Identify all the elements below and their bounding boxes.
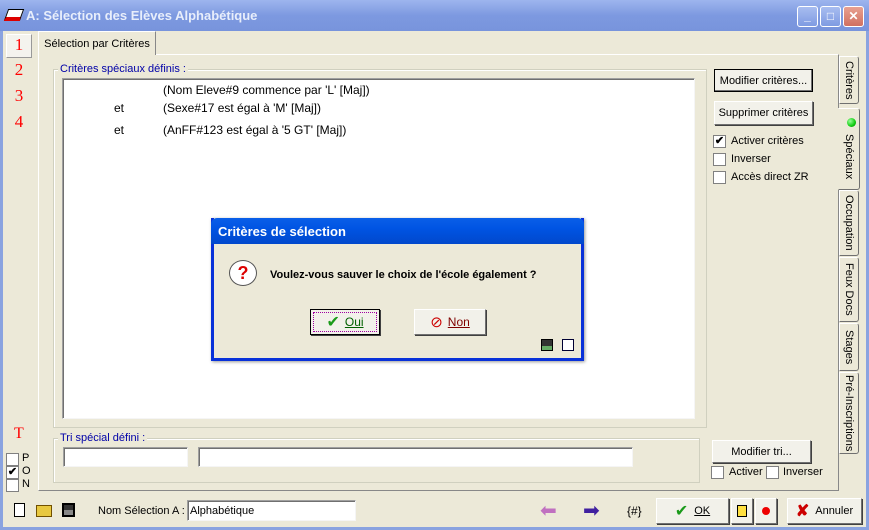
modify-sort-button[interactable]: Modifier tri... (712, 440, 811, 463)
cancel-label: Annuler (815, 505, 854, 517)
vtab-feux-docs[interactable]: Feux Docs (839, 257, 859, 322)
n-checkbox[interactable] (6, 479, 19, 492)
red-dot-icon (762, 507, 770, 515)
vtab-pre-inscriptions[interactable]: Pré-Inscriptions (839, 372, 859, 454)
forbidden-icon: ⊘ (430, 314, 443, 331)
vtab-occupation[interactable]: Occupation (839, 190, 859, 256)
minimize-button[interactable]: _ (797, 6, 818, 27)
vtab-speciaux-label: Spéciaux (843, 134, 855, 180)
t-label: T (14, 425, 24, 442)
ok-button[interactable]: ✔ OK (656, 498, 729, 524)
x-icon: ✘ (795, 503, 810, 520)
check-icon: ✔ (326, 314, 340, 331)
pencil-icon (737, 505, 747, 517)
vtab-criteres[interactable]: Critères (839, 56, 859, 104)
page-2-button[interactable]: 2 (6, 60, 32, 84)
yes-label: Oui (344, 315, 364, 329)
window-title: A: Sélection des Elèves Alphabétique (26, 8, 258, 23)
p-checkbox[interactable] (6, 453, 19, 466)
tab-selection-criteres[interactable]: Sélection par Critères (38, 31, 156, 55)
save-icon[interactable] (62, 503, 75, 517)
modify-criteria-button[interactable]: Modifier critères... (714, 69, 813, 92)
criteria-label: Critères spéciaux définis : (58, 63, 188, 75)
yes-button[interactable]: ✔ Oui (310, 309, 380, 335)
invert-checkbox[interactable] (713, 153, 726, 166)
open-folder-icon[interactable] (36, 505, 52, 517)
question-icon: ? (229, 260, 257, 286)
vtab-stages[interactable]: Stages (839, 323, 859, 371)
new-file-icon[interactable] (14, 503, 25, 517)
dialog-title: Critères de sélection (211, 218, 584, 244)
title-bar: A: Sélection des Elèves Alphabétique (0, 0, 869, 31)
sort-invert-checkbox[interactable] (766, 466, 779, 479)
dialog: Critères de sélection ? Voulez-vous sauv… (211, 218, 584, 361)
o-label: O (22, 465, 31, 477)
arrow-left-icon[interactable]: ⬅ (540, 501, 557, 521)
arrow-right-icon[interactable]: ➡ (583, 501, 600, 521)
delete-criteria-button[interactable]: Supprimer critères (714, 101, 813, 125)
close-button[interactable]: ✕ (843, 6, 864, 27)
no-label: Non (447, 315, 470, 329)
sort-field-2[interactable] (198, 447, 633, 467)
copy-icon[interactable] (562, 339, 574, 351)
sort-activate-checkbox[interactable] (711, 466, 724, 479)
cancel-button[interactable]: ✘ Annuler (787, 498, 862, 524)
direct-access-checkbox[interactable] (713, 171, 726, 184)
criteria-op: et (114, 101, 125, 115)
maximize-button[interactable]: □ (820, 6, 841, 27)
invert-label: Inverser (731, 153, 771, 165)
sort-field-1[interactable] (63, 447, 188, 467)
criteria-row-2[interactable]: (Sexe#17 est égal à 'M' [Maj]) (163, 101, 321, 115)
o-checkbox[interactable]: ✔ (6, 466, 19, 479)
dialog-message: Voulez-vous sauver le choix de l'école é… (270, 269, 537, 281)
sort-label: Tri spécial défini : (58, 432, 148, 444)
sort-invert-label: Inverser (783, 466, 823, 478)
no-button[interactable]: ⊘ Non (414, 309, 486, 335)
direct-access-label: Accès direct ZR (731, 171, 809, 183)
page-3-button[interactable]: 3 (6, 86, 32, 110)
active-indicator-icon (847, 118, 856, 127)
save-icon[interactable] (541, 339, 553, 351)
p-label: P (22, 452, 30, 464)
record-button[interactable] (755, 498, 777, 524)
criteria-row-3[interactable]: (AnFF#123 est égal à '5 GT' [Maj]) (163, 123, 346, 137)
hash-button[interactable]: {#} (627, 504, 642, 518)
activate-criteria-label: Activer critères (731, 135, 804, 147)
edit-icon-button[interactable] (731, 498, 753, 524)
sort-activate-label: Activer (729, 466, 763, 478)
check-icon: ✔ (674, 503, 689, 520)
activate-criteria-checkbox[interactable]: ✔ (713, 135, 726, 148)
criteria-row-1[interactable]: (Nom Eleve#9 commence par 'L' [Maj]) (163, 83, 370, 97)
n-label: N (22, 478, 30, 490)
name-label: Nom Sélection A : (98, 505, 185, 517)
criteria-op: et (114, 123, 125, 137)
selection-name-input[interactable] (187, 500, 356, 521)
page-1-button[interactable]: 1 (6, 34, 32, 58)
page-4-button[interactable]: 4 (6, 112, 32, 136)
ok-label: OK (694, 505, 711, 517)
